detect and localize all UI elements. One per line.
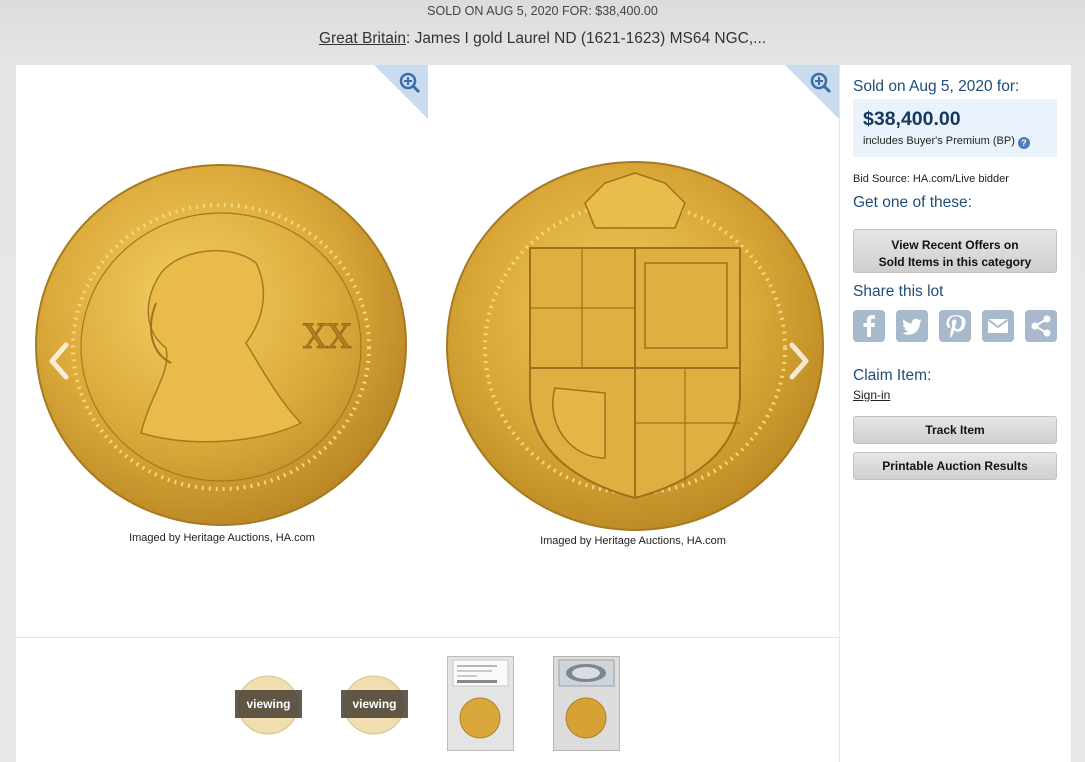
zoom-button-right[interactable]	[785, 65, 839, 119]
share-buttons	[853, 310, 1063, 342]
gallery-divider	[16, 637, 839, 638]
help-icon[interactable]: ?	[1017, 137, 1030, 149]
share-heading: Share this lot	[853, 283, 944, 300]
chevron-left-icon[interactable]	[42, 339, 76, 383]
price-box: $38,400.00 includes Buyer's Premium (BP)…	[853, 99, 1057, 157]
zoom-button-left[interactable]	[374, 65, 428, 119]
zoom-in-icon	[785, 65, 839, 119]
bid-source: Bid Source: HA.com/Live bidder	[853, 173, 1009, 185]
zoom-in-icon	[374, 65, 428, 119]
slab-front-thumbnail	[447, 656, 514, 751]
sold-date-label: Sold on Aug 5, 2020 for:	[853, 78, 1020, 95]
offers-line-1: View Recent Offers on	[891, 238, 1019, 252]
buyers-premium-note: includes Buyer's Premium (BP)?	[863, 135, 1030, 149]
email-icon[interactable]	[982, 310, 1014, 342]
thumbnail-slab-front[interactable]	[447, 656, 514, 751]
coin-reverse-pane[interactable]: Imaged by Heritage Auctions, HA.com	[427, 65, 839, 625]
thumbnail-obverse[interactable]: viewing	[235, 657, 302, 752]
twitter-icon[interactable]	[896, 310, 928, 342]
lot-title-text: : James I gold Laurel ND (1621-1623) MS6…	[405, 30, 767, 47]
category-link[interactable]: Great Britain	[319, 30, 406, 47]
image-gallery: XX Imaged by Heritage Auctions, HA.com I…	[16, 65, 839, 762]
slab-back-thumbnail	[553, 656, 620, 751]
coin-obverse-image: XX	[35, 164, 407, 526]
coin-obverse-pane[interactable]: XX Imaged by Heritage Auctions, HA.com	[16, 65, 428, 625]
track-item-button[interactable]: Track Item	[853, 416, 1057, 444]
sign-in-link[interactable]: Sign-in	[853, 388, 890, 402]
printable-results-button[interactable]: Printable Auction Results	[853, 452, 1057, 480]
view-recent-offers-button[interactable]: View Recent Offers on Sold Items in this…	[853, 229, 1057, 273]
offers-line-2: Sold Items in this category	[878, 255, 1032, 269]
sale-sidebar: Sold on Aug 5, 2020 for: $38,400.00 incl…	[840, 65, 1071, 762]
buyers-premium-text: includes Buyer's Premium (BP)	[863, 135, 1015, 147]
sold-price: $38,400.00	[863, 108, 961, 130]
image-credit-right: Imaged by Heritage Auctions, HA.com	[540, 535, 726, 547]
chevron-right-icon[interactable]	[782, 339, 816, 383]
viewing-badge: viewing	[341, 690, 408, 718]
get-one-heading: Get one of these:	[853, 194, 972, 211]
pinterest-icon[interactable]	[939, 310, 971, 342]
facebook-icon[interactable]	[853, 310, 885, 342]
thumbnail-reverse[interactable]: viewing	[341, 657, 408, 752]
sold-summary: SOLD ON AUG 5, 2020 FOR: $38,400.00	[427, 4, 658, 18]
coin-reverse-image	[446, 161, 824, 531]
coin-denomination-mark: XX	[303, 317, 352, 357]
viewing-badge: viewing	[235, 690, 302, 718]
lot-title: Great Britain: James I gold Laurel ND (1…	[0, 30, 1085, 48]
thumbnail-slab-back[interactable]	[553, 656, 620, 751]
image-credit-left: Imaged by Heritage Auctions, HA.com	[129, 532, 315, 544]
share-icon[interactable]	[1025, 310, 1057, 342]
claim-item-heading: Claim Item:	[853, 367, 932, 384]
